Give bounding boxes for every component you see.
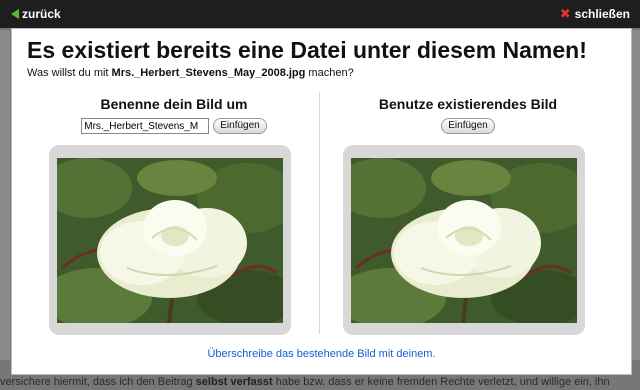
dialog-title: Es existiert bereits eine Datei unter di… [27,37,587,63]
filename: Mrs._Herbert_Stevens_May_2008.jpg [111,67,306,79]
close-label: schließen [574,7,630,21]
column-divider [319,92,320,334]
background-edge-left [0,30,10,360]
close-icon: ✖ [559,6,571,21]
new-rose-image [57,158,283,323]
rename-insert-button[interactable]: Einfügen [213,118,267,134]
duplicate-file-dialog: Es existiert bereits eine Datei unter di… [11,28,632,375]
dialog-question: Was willst du mit Mrs._Herbert_Stevens_M… [27,67,354,79]
new-image-frame [49,145,291,335]
overwrite-link[interactable]: Überschreibe das bestehende Bild mit dei… [12,348,631,360]
existing-column: Benutze existierendes Bild Einfügen [343,93,593,135]
back-label: zurück [22,7,61,21]
close-button[interactable]: ✖ schließen [560,7,630,21]
rename-heading: Benenne dein Bild um [100,96,248,112]
top-bar: zurück ✖ schließen [0,0,640,28]
back-button[interactable]: zurück [11,7,61,21]
existing-heading: Benutze existierendes Bild [378,96,558,112]
existing-insert-button[interactable]: Einfügen [441,118,495,134]
back-arrow-icon [11,9,19,19]
existing-image-frame [343,145,585,335]
rename-column: Benenne dein Bild um Einfügen [49,93,299,135]
existing-rose-image [351,158,577,323]
rename-input[interactable] [81,118,210,134]
background-text: versichere hiermit, dass ich den Beitrag… [0,376,610,388]
